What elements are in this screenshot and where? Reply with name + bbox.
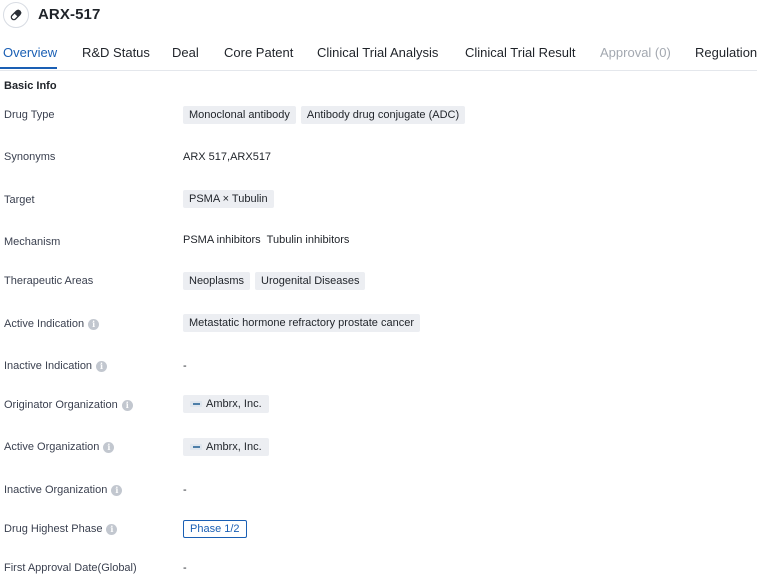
tab-clinical-trial-result[interactable]: Clinical Trial Result xyxy=(465,45,576,60)
value-synonyms: ARX 517,ARX517 xyxy=(183,151,271,163)
label-text: Drug Type xyxy=(4,109,55,121)
info-icon[interactable]: i xyxy=(96,361,107,372)
tab-rd-status[interactable]: R&D Status xyxy=(82,45,150,60)
tab-approval: Approval (0) xyxy=(600,45,671,60)
mechanism-link[interactable]: Tubulin inhibitors xyxy=(267,234,350,246)
label-text: Inactive Organization xyxy=(4,484,107,496)
value-originator-organization: Ambrx, Inc. xyxy=(183,395,269,413)
label-text: Active Indication xyxy=(4,318,84,330)
value-inactive-indication: - xyxy=(183,360,187,372)
label-text: Active Organization xyxy=(4,441,99,453)
value-drug-type: Monoclonal antibody Antibody drug conjug… xyxy=(183,106,465,124)
tab-clinical-trial-analysis[interactable]: Clinical Trial Analysis xyxy=(317,45,438,60)
organization-name: Ambrx, Inc. xyxy=(206,398,262,410)
value-therapeutic-areas: Neoplasms Urogenital Diseases xyxy=(183,272,365,290)
label-text: Drug Highest Phase xyxy=(4,523,102,535)
page-title: ARX-517 xyxy=(38,6,100,23)
label-inactive-organization: Inactive Organization i xyxy=(4,484,122,496)
info-icon[interactable]: i xyxy=(106,524,117,535)
synonyms-text: ARX 517,ARX517 xyxy=(183,151,271,163)
label-active-organization: Active Organization i xyxy=(4,441,114,453)
label-text: Synonyms xyxy=(4,151,55,163)
label-text: Target xyxy=(4,194,35,206)
organization-tag[interactable]: Ambrx, Inc. xyxy=(183,395,269,413)
label-synonyms: Synonyms xyxy=(4,151,55,163)
section-title-basic-info: Basic Info xyxy=(4,80,57,92)
label-drug-highest-phase: Drug Highest Phase i xyxy=(4,523,117,535)
label-text: Therapeutic Areas xyxy=(4,275,93,287)
info-icon[interactable]: i xyxy=(111,485,122,496)
value-active-organization: Ambrx, Inc. xyxy=(183,438,269,456)
value-first-approval-date: - xyxy=(183,562,187,574)
organization-logo-icon xyxy=(190,444,202,450)
label-text: First Approval Date(Global) xyxy=(4,562,137,574)
label-active-indication: Active Indication i xyxy=(4,318,99,330)
label-originator-organization: Originator Organization i xyxy=(4,399,133,411)
organization-name: Ambrx, Inc. xyxy=(206,441,262,453)
organization-tag[interactable]: Ambrx, Inc. xyxy=(183,438,269,456)
empty-value: - xyxy=(183,562,187,574)
value-target: PSMA × Tubulin xyxy=(183,190,274,208)
therapeutic-area-tag[interactable]: Neoplasms xyxy=(183,272,250,290)
tab-overview[interactable]: Overview xyxy=(3,45,57,60)
tab-regulation[interactable]: Regulation xyxy=(695,45,757,60)
mechanism-link[interactable]: PSMA inhibitors xyxy=(183,234,261,246)
label-text: Inactive Indication xyxy=(4,360,92,372)
label-text: Mechanism xyxy=(4,236,60,248)
label-drug-type: Drug Type xyxy=(4,109,55,121)
label-therapeutic-areas: Therapeutic Areas xyxy=(4,275,93,287)
value-drug-highest-phase: Phase 1/2 xyxy=(183,520,247,538)
phase-badge: Phase 1/2 xyxy=(183,520,247,538)
empty-value: - xyxy=(183,360,187,372)
label-first-approval-date: First Approval Date(Global) xyxy=(4,562,137,574)
tab-bar: Overview R&D Status Deal Core Patent Cli… xyxy=(0,36,757,71)
value-inactive-organization: - xyxy=(183,484,187,496)
indication-tag[interactable]: Metastatic hormone refractory prostate c… xyxy=(183,314,420,332)
label-mechanism: Mechanism xyxy=(4,236,60,248)
label-target: Target xyxy=(4,194,35,206)
therapeutic-area-tag[interactable]: Urogenital Diseases xyxy=(255,272,365,290)
info-icon[interactable]: i xyxy=(122,400,133,411)
value-active-indication: Metastatic hormone refractory prostate c… xyxy=(183,314,420,332)
drug-type-tag[interactable]: Monoclonal antibody xyxy=(183,106,296,124)
empty-value: - xyxy=(183,484,187,496)
active-tab-indicator xyxy=(0,67,57,69)
info-icon[interactable]: i xyxy=(88,319,99,330)
target-tag[interactable]: PSMA × Tubulin xyxy=(183,190,274,208)
value-mechanism: PSMA inhibitors Tubulin inhibitors xyxy=(183,234,349,246)
pill-icon xyxy=(3,2,29,28)
info-icon[interactable]: i xyxy=(103,442,114,453)
tab-deal[interactable]: Deal xyxy=(172,45,199,60)
drug-type-tag[interactable]: Antibody drug conjugate (ADC) xyxy=(301,106,465,124)
tab-core-patent[interactable]: Core Patent xyxy=(224,45,293,60)
organization-logo-icon xyxy=(190,401,202,407)
label-inactive-indication: Inactive Indication i xyxy=(4,360,107,372)
page-header: ARX-517 xyxy=(0,0,757,34)
label-text: Originator Organization xyxy=(4,399,118,411)
